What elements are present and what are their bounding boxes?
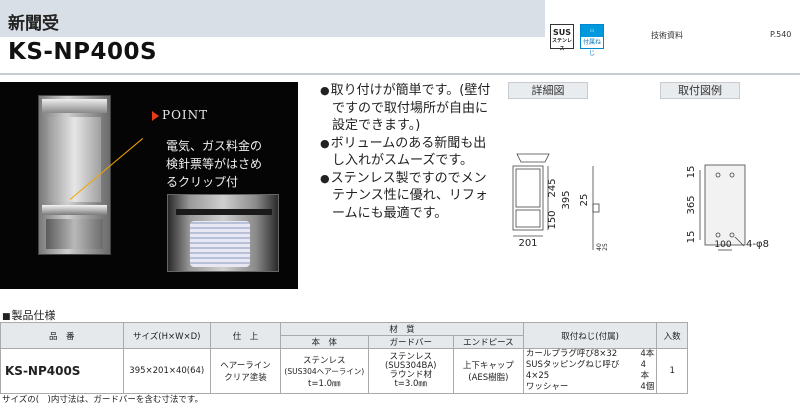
point-triangle-icon <box>152 111 159 121</box>
col-material: 材 質 <box>280 322 524 336</box>
body-line: (SUS304ヘアーライン) <box>284 366 365 376</box>
feature-list: 取り付けが簡単です。(壁付ですので取付場所が自由に設定できます。) ボリュームの… <box>320 82 495 222</box>
point-label: POINT <box>162 108 209 122</box>
point-text: 電気、ガス料金の 検針票等がはさめ るクリップ付 <box>166 137 291 191</box>
header-divider <box>0 73 800 75</box>
mailbox-image <box>38 95 111 255</box>
tech-doc-label: 技術資料 <box>651 31 683 40</box>
finish-line: ヘアーライン <box>220 361 271 371</box>
table-row: KS-NP400S 395×201×40(64) ヘアーライン クリア塗装 ステ… <box>0 348 688 394</box>
dim-25-side: 25 <box>602 243 609 251</box>
col-screws: 取付ねじ(付属) <box>522 322 658 349</box>
col-size: サイズ(H×W×D) <box>122 322 212 349</box>
dim-150: 150 <box>547 210 558 229</box>
spec-title: 製品仕様 <box>2 307 56 323</box>
screw-item: SUSタッピングねじ呼び4×25 4本 <box>526 360 654 382</box>
col-body: 本 体 <box>280 335 369 349</box>
mailbox-top-cap <box>42 99 107 113</box>
dim-25: 25 <box>579 194 590 207</box>
detail-drawing: 245 150 395 201 25 40 25 <box>512 153 609 251</box>
inset-newspaper <box>190 221 250 267</box>
point-line: 電気、ガス料金の <box>166 139 263 153</box>
detail-front-outline <box>512 165 544 231</box>
screw-count: 4本 <box>640 349 655 359</box>
feature-item: ステンレス製ですのでメンテナンス性に優れ、リフォームにも最適です。 <box>320 170 495 223</box>
cell-screws: カールプラグ呼び8×32 4本 SUSタッピングねじ呼び4×25 4本 ワッシャー 4… <box>522 348 658 394</box>
col-model: 品 番 <box>0 322 124 349</box>
screw-count: 4本 <box>640 360 650 381</box>
header-left: 新聞受 KS-NP400S <box>0 0 545 74</box>
cell-model: KS-NP400S <box>0 348 124 394</box>
cell-guard: ステンレス (SUS304BA) ラウンド材 t=3.0㎜ <box>367 348 454 394</box>
mount-drawing: 15 365 15 100 4-φ8 <box>686 164 769 251</box>
screw-name: カールプラグ呼び8×32 <box>525 349 618 359</box>
screw-item: カールプラグ呼び8×32 4本 <box>526 349 654 360</box>
sus-badge-top: SUS <box>552 28 572 37</box>
footnote: サイズの( )内寸法は、ガードバーを含む寸法です。 <box>2 395 204 405</box>
dim-15-bottom: 15 <box>686 231 697 244</box>
point-line: るクリップ付 <box>166 175 239 189</box>
mailbox-face <box>48 117 101 202</box>
body-line: t=1.0㎜ <box>308 378 341 389</box>
col-finish: 仕 上 <box>210 322 282 349</box>
cell-size: 395×201×40(64) <box>122 348 212 394</box>
point-line: 検針票等がはさめ <box>166 157 263 171</box>
screw-badge-label: 付属ねじ <box>582 39 601 57</box>
inset-slot <box>176 209 272 215</box>
dim-100: 100 <box>714 240 731 250</box>
body-line: ステンレス <box>303 355 346 366</box>
col-guard: ガードバー <box>367 335 454 349</box>
endpiece-line: (AES樹脂) <box>468 373 509 383</box>
mailbox-bottom <box>46 219 103 249</box>
feature-item: ボリュームのある新聞も出し入れがスムーズです。 <box>320 135 495 170</box>
dim-245: 245 <box>547 178 558 197</box>
screw-name: SUSタッピングねじ呼び4×25 <box>525 360 620 381</box>
detail-side-bracket <box>592 203 600 213</box>
category-bar <box>0 0 545 37</box>
col-qty: 入数 <box>656 322 688 349</box>
cell-endpiece: 上下キャップ (AES樹脂) <box>452 348 524 394</box>
feature-item: 取り付けが簡単です。(壁付ですので取付場所が自由に設定できます。) <box>320 82 495 135</box>
mount-drawing-title: 取付図例 <box>660 82 740 99</box>
cell-qty: 1 <box>656 348 688 394</box>
model-title: KS-NP400S <box>8 39 158 65</box>
detail-top-cap <box>516 153 550 163</box>
screw-included-icon: ▭ 付属ねじ <box>580 24 604 57</box>
finish-line: クリア塗装 <box>224 373 267 383</box>
cell-finish: ヘアーライン クリア塗装 <box>210 348 282 394</box>
page-number: P.540 <box>770 30 792 39</box>
dim-365: 365 <box>686 195 697 214</box>
col-endpiece: エンドピース <box>452 335 524 349</box>
product-photo: POINT 電気、ガス料金の 検針票等がはさめ るクリップ付 <box>0 82 298 289</box>
dim-15-top: 15 <box>686 166 697 179</box>
spec-table: 品 番 サイズ(H×W×D) 仕 上 材 質 取付ねじ(付属) 入数 本 体 ガ… <box>0 322 688 394</box>
endpiece-line: 上下キャップ <box>462 361 514 371</box>
screw-count: 4個 <box>640 382 655 392</box>
detail-drawing-title: 詳細図 <box>508 82 588 99</box>
dim-201: 201 <box>518 238 537 249</box>
mount-plate <box>704 164 746 246</box>
screw-item: ワッシャー 4個 <box>526 382 654 393</box>
sus-badge-icon: SUS ステンレス <box>550 24 574 52</box>
clip-detail-image <box>167 194 279 272</box>
category-title: 新聞受 <box>8 14 59 34</box>
guard-line: t=3.0㎜ <box>394 379 427 389</box>
cell-body: ステンレス (SUS304ヘアーライン) t=1.0㎜ <box>280 348 369 394</box>
screw-badge-graphic: ▭ <box>581 25 603 37</box>
screw-name: ワッシャー <box>525 382 569 392</box>
mailbox-guard-bar <box>42 205 107 215</box>
sus-badge-bottom: ステンレス <box>551 38 572 52</box>
dim-395: 395 <box>561 190 572 209</box>
dim-hole: 4-φ8 <box>746 239 769 250</box>
